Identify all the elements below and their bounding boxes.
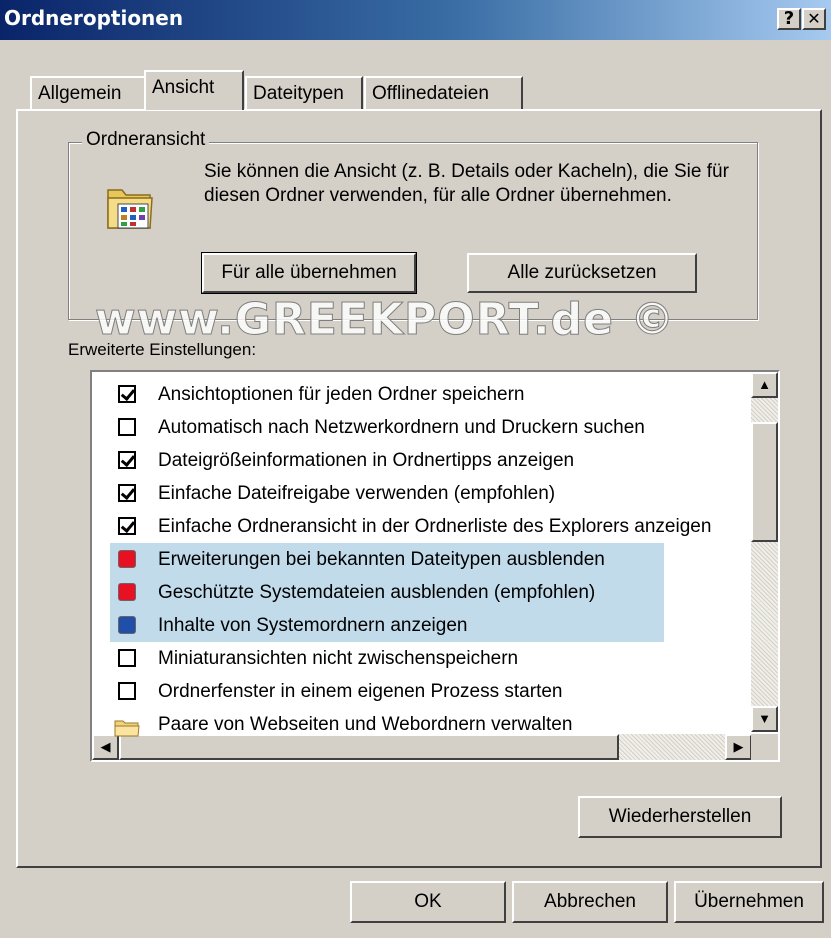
apply-button[interactable]: Übernehmen [674,881,824,923]
tab-panel-ansicht [16,109,822,868]
watermark-text: www.GREEKPORT.de © [94,294,676,346]
cancel-button[interactable]: Abbrechen [512,881,668,923]
ok-button[interactable]: OK [350,881,506,923]
close-button[interactable]: ✕ [802,8,826,30]
tab-dateitypen[interactable]: Dateitypen [245,76,363,110]
help-button[interactable]: ? [777,8,801,30]
title-bar: Ordneroptionen ? ✕ [0,0,831,40]
tab-allgemein[interactable]: Allgemein [30,76,148,110]
tab-offlinedateien[interactable]: Offlinedateien [364,76,523,110]
window-title: Ordneroptionen [4,6,184,30]
tab-ansicht[interactable]: Ansicht [144,70,244,110]
